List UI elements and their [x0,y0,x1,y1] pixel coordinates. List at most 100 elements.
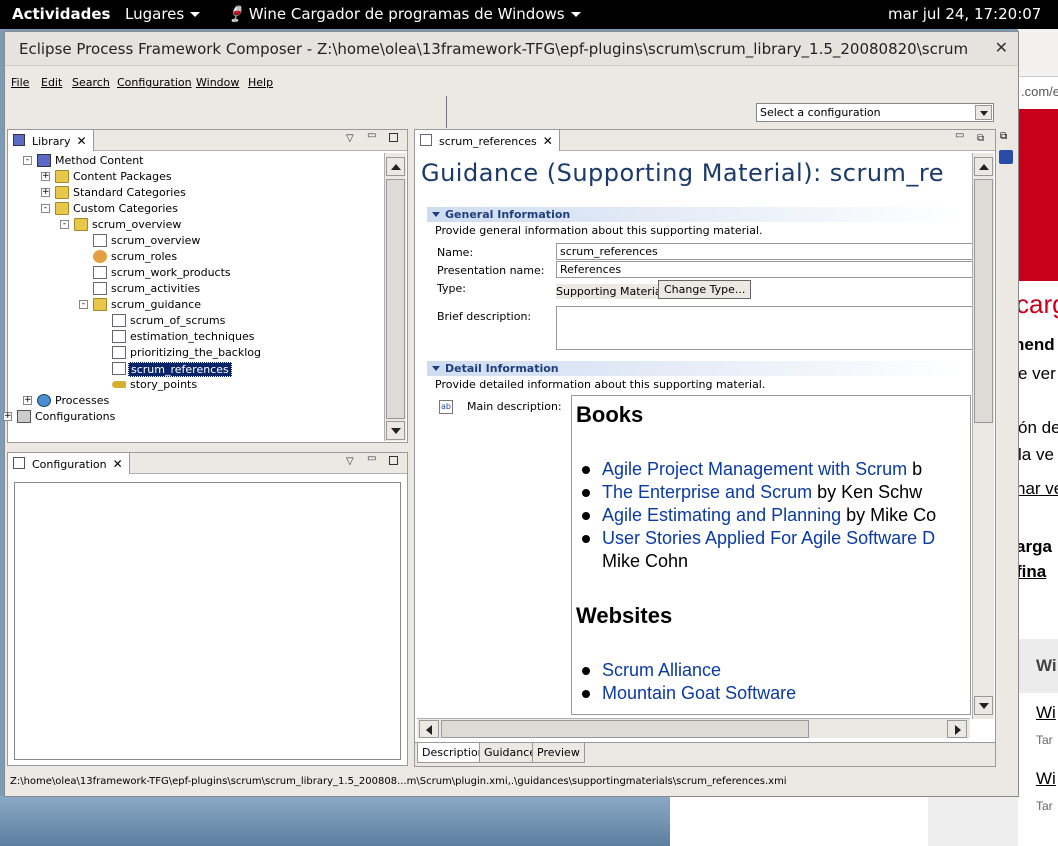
scroll-left-button[interactable] [419,720,439,738]
menu-configuration[interactable]: Configuration [117,76,192,89]
tree-item[interactable]: + Configurations [3,409,371,425]
tree-item[interactable]: scrum_of_scrums [11,313,371,329]
browser-link[interactable]: fina [1018,562,1046,582]
configuration-select[interactable]: Select a configuration [756,103,994,122]
menu-edit[interactable]: Edit [41,76,62,89]
tree-item[interactable]: - Method Content [11,153,371,169]
collapse-icon[interactable]: - [41,204,50,213]
website-link[interactable]: Mountain Goat Software [602,683,796,703]
menu-search[interactable]: Search [72,76,110,89]
scroll-down-button[interactable] [386,421,405,440]
brief-description-label: Brief description: [437,310,532,323]
browser-link[interactable]: Wi [1036,769,1056,789]
tree-item[interactable]: + Processes [11,393,371,409]
close-icon[interactable]: ✕ [113,457,123,471]
change-type-button[interactable]: Change Type... [658,280,752,299]
presentation-name-field[interactable]: References [556,261,976,278]
name-field[interactable]: scrum_references [556,243,976,260]
maximize-icon[interactable] [389,133,398,145]
tree-item[interactable]: - scrum_overview [11,217,371,233]
browser-link[interactable]: Wi [1036,703,1056,723]
tab-preview[interactable]: Preview [532,743,585,763]
expand-icon[interactable]: + [41,188,50,197]
expand-icon[interactable]: + [41,172,50,181]
menu-file[interactable]: File [11,76,29,89]
tree-item[interactable]: - scrum_guidance [11,297,371,313]
tree-item[interactable]: + Standard Categories [11,185,371,201]
close-icon[interactable]: ✕ [76,134,86,148]
tree-item[interactable]: estimation_techniques [11,329,371,345]
scroll-down-button[interactable] [974,696,993,715]
activities-button[interactable]: Actividades [12,5,110,23]
view-menu-icon[interactable]: ▽ [346,133,354,144]
tree-item[interactable]: + Content Packages [11,169,371,185]
app-menu[interactable]: 🍷 Wine Cargador de programas de Windows [226,5,581,23]
minimize-icon[interactable]: ▭ [367,453,376,464]
book-author: b [907,459,923,479]
view-menu-icon[interactable]: ▽ [346,456,354,467]
editor-scrollbar[interactable] [972,153,994,719]
tree-item[interactable]: scrum_activities [11,281,371,297]
chevron-down-icon [570,12,581,17]
places-menu[interactable]: Lugares [125,5,201,23]
browser-link[interactable]: nar ve [1018,479,1058,499]
scroll-right-button[interactable] [947,720,967,738]
tree-item[interactable]: scrum_references [11,361,371,377]
scroll-up-button[interactable] [386,157,405,176]
expand-icon[interactable]: + [3,412,12,421]
presentation-name-label: Presentation name: [437,264,545,277]
tree-item[interactable]: scrum_roles [11,249,371,265]
collapse-icon[interactable]: - [60,220,69,229]
maximize-icon[interactable] [389,456,398,468]
tree-item[interactable]: prioritizing_the_backlog [11,345,371,361]
menu-window[interactable]: Window [196,76,239,89]
library-scrollbar[interactable] [384,153,406,441]
tab-library[interactable]: Library ✕ [8,130,94,151]
tree-item[interactable]: story_points [11,377,371,393]
book-link[interactable]: The Enterprise and Scrum [602,482,812,502]
tree-item[interactable]: scrum_overview [11,233,371,249]
minimize-icon[interactable]: ▭ [955,130,964,141]
tab-configuration[interactable]: Configuration ✕ [8,453,130,474]
tree-item[interactable]: - Custom Categories [11,201,371,217]
collapse-icon[interactable]: - [23,156,32,165]
process-icon [37,394,51,407]
dropdown-arrow-icon[interactable] [975,105,992,120]
rich-text-icon[interactable]: ab [439,400,453,414]
expand-icon[interactable]: + [23,396,32,405]
epf-composer-window: Eclipse Process Framework Composer - Z:\… [3,31,1019,797]
tree-item-label: scrum_references [128,362,232,377]
book-link[interactable]: Agile Project Management with Scrum [602,459,907,479]
detail-information-section[interactable]: Detail Information [427,361,967,376]
clock[interactable]: mar jul 24, 17:20:07 [888,5,1041,23]
close-window-button[interactable]: ✕ [995,38,1008,57]
tree-item-label: estimation_techniques [130,330,255,343]
minimize-icon[interactable]: ▭ [367,130,376,141]
close-icon[interactable]: ✕ [543,134,553,148]
main-description-editor[interactable]: Books Agile Project Management with Scru… [571,395,971,715]
tree-item-label: story_points [130,378,198,391]
scroll-up-button[interactable] [974,157,993,176]
tree-item[interactable]: scrum_work_products [11,265,371,281]
bullet [582,466,590,475]
brief-description-field[interactable] [556,306,976,350]
menu-help[interactable]: Help [248,76,273,89]
restore-icon[interactable]: ⧉ [1000,131,1007,142]
scroll-thumb[interactable] [386,179,405,419]
restore-icon[interactable]: ⧉ [977,133,984,144]
window-titlebar[interactable]: Eclipse Process Framework Composer - Z:\… [5,32,1018,66]
collapse-icon[interactable]: - [79,300,88,309]
editor-hscrollbar[interactable] [417,718,970,738]
scroll-thumb[interactable] [974,179,993,423]
hscroll-thumb[interactable] [441,720,809,738]
book-link[interactable]: Agile Estimating and Planning [602,505,841,525]
tree-item-label: scrum_work_products [111,266,231,279]
general-information-section[interactable]: General Information [427,207,967,222]
outline-view-icon[interactable] [999,150,1013,164]
window-title: Eclipse Process Framework Composer - Z:\… [19,40,969,58]
tab-scrum-references[interactable]: scrum_references ✕ [415,130,560,151]
website-link[interactable]: Scrum Alliance [602,660,721,680]
document-icon [112,362,126,375]
general-description: Provide general information about this s… [435,224,763,237]
book-link[interactable]: User Stories Applied For Agile Software … [602,528,935,548]
